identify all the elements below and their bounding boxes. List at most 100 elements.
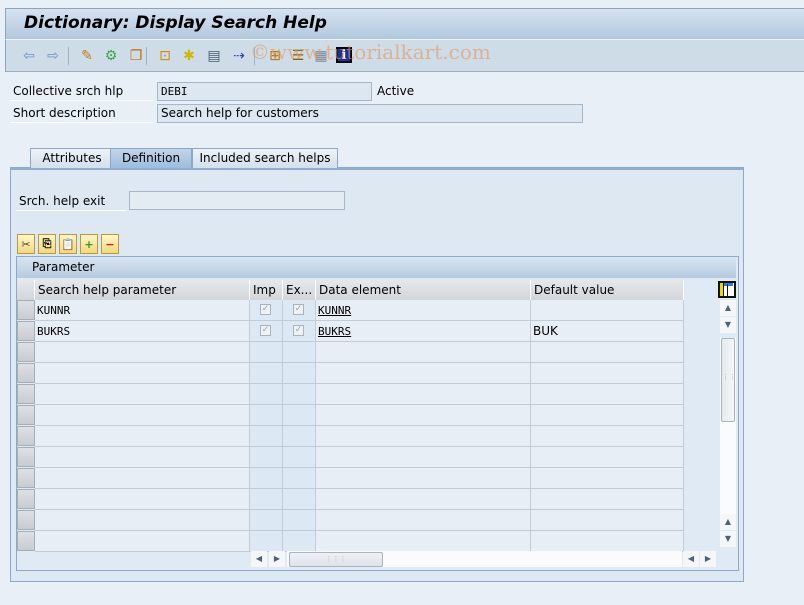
row-selector[interactable] [17,363,35,383]
row-selector[interactable] [17,342,35,362]
cell-data-element[interactable] [316,510,531,531]
info-icon[interactable]: i [336,47,352,63]
cell-data-element[interactable]: BUKRS [316,321,531,342]
cell-data-element[interactable] [316,426,531,447]
row-selector[interactable] [17,405,35,425]
cell-exp[interactable] [283,426,316,447]
copy-button[interactable]: ⎘ [38,234,56,254]
horizontal-scrollbar-thumb[interactable]: ⋮⋮⋮ [289,552,383,567]
cell-imp[interactable]: ✓ [250,321,283,342]
cut-button[interactable]: ✂ [17,234,35,254]
test-icon[interactable]: ▤ [205,47,223,65]
imp-checkbox[interactable]: ✓ [260,325,271,336]
documentation-icon[interactable]: ▦ [312,47,330,65]
cell-default[interactable]: BUK [531,321,684,342]
cell-imp[interactable] [250,426,283,447]
hierarchy-icon[interactable]: ⊞ [266,47,284,65]
tab-attributes[interactable]: Attributes [30,148,114,168]
cell-imp[interactable] [250,531,283,552]
cell-exp[interactable] [283,447,316,468]
cell-exp[interactable] [283,405,316,426]
cell-imp[interactable] [250,342,283,363]
exp-checkbox[interactable]: ✓ [293,304,304,315]
object-list-icon[interactable]: ☰ [289,47,307,65]
cell-data-element[interactable] [316,405,531,426]
cell-imp[interactable] [250,468,283,489]
cell-param[interactable] [35,468,250,489]
row-selector[interactable] [17,510,35,530]
cell-imp[interactable] [250,447,283,468]
activate-icon[interactable]: ✱ [180,47,198,65]
cell-default[interactable] [531,510,684,531]
column-header-exp[interactable]: Ex... [283,280,316,300]
insert-row-button[interactable]: + [80,234,98,254]
cell-data-element[interactable] [316,531,531,552]
cell-param[interactable] [35,342,250,363]
row-selector[interactable] [17,489,35,509]
data-element-text[interactable]: KUNNR [318,304,351,317]
exp-checkbox[interactable]: ✓ [293,325,304,336]
cell-default[interactable] [531,531,684,552]
column-header-search-help-parameter[interactable]: Search help parameter [35,280,250,300]
cell-param[interactable] [35,510,250,531]
search-help-exit-field[interactable] [129,191,345,210]
paste-button[interactable]: 📋 [59,234,77,254]
row-selector[interactable] [17,468,35,488]
cell-imp[interactable]: ✓ [250,300,283,321]
scroll-right-end-button[interactable]: ▶ [700,551,716,567]
other-object-icon[interactable]: ⚙ [102,47,120,65]
row-selector[interactable] [17,426,35,446]
column-header-default-value[interactable]: Default value [531,280,684,300]
cell-default[interactable] [531,363,684,384]
scroll-page-up-button[interactable]: ▲ [720,514,736,530]
where-used-list-icon[interactable]: ⊡ [156,47,174,65]
activate-check-icon[interactable]: ❐ [127,47,145,65]
cell-data-element[interactable] [316,447,531,468]
cell-param[interactable] [35,405,250,426]
cell-default[interactable] [531,300,684,321]
cell-param[interactable] [35,447,250,468]
scroll-page-down-button[interactable]: ▼ [720,531,736,547]
cell-exp[interactable] [283,342,316,363]
cell-exp[interactable] [283,531,316,552]
scroll-left-button[interactable]: ◀ [251,551,267,567]
cell-default[interactable] [531,489,684,510]
cell-default[interactable] [531,468,684,489]
collective-search-help-field[interactable]: DEBI [157,82,372,101]
cell-default[interactable] [531,405,684,426]
cell-exp[interactable]: ✓ [283,321,316,342]
row-selector[interactable] [17,300,35,320]
cell-data-element[interactable]: KUNNR [316,300,531,321]
cell-exp[interactable] [283,489,316,510]
imp-checkbox[interactable]: ✓ [260,304,271,315]
cell-imp[interactable] [250,405,283,426]
cell-exp[interactable] [283,468,316,489]
select-all-header[interactable] [17,280,35,300]
cell-default[interactable] [531,426,684,447]
cell-exp[interactable] [283,363,316,384]
cell-exp[interactable]: ✓ [283,300,316,321]
cell-data-element[interactable] [316,489,531,510]
cell-exp[interactable] [283,384,316,405]
back-icon[interactable]: ⇦ [20,47,38,65]
display-change-icon[interactable]: ✎ [78,47,96,65]
row-selector[interactable] [17,531,35,551]
cell-imp[interactable] [250,510,283,531]
cell-exp[interactable] [283,510,316,531]
cell-param[interactable] [35,531,250,552]
cell-default[interactable] [531,447,684,468]
cell-default[interactable] [531,342,684,363]
cell-data-element[interactable] [316,468,531,489]
row-selector[interactable] [17,321,35,341]
column-settings-icon[interactable] [718,281,736,298]
navigate-icon[interactable]: ⇢ [230,47,248,65]
cell-param[interactable] [35,426,250,447]
cell-param[interactable] [35,363,250,384]
column-header-imp[interactable]: Imp [250,280,283,300]
tab-included-search-helps[interactable]: Included search helps [192,148,338,168]
short-description-field[interactable]: Search help for customers [157,104,583,123]
cell-param[interactable]: KUNNR [35,300,250,321]
cell-param[interactable] [35,489,250,510]
scroll-right-button[interactable]: ▶ [269,551,285,567]
forward-icon[interactable]: ⇨ [44,47,62,65]
